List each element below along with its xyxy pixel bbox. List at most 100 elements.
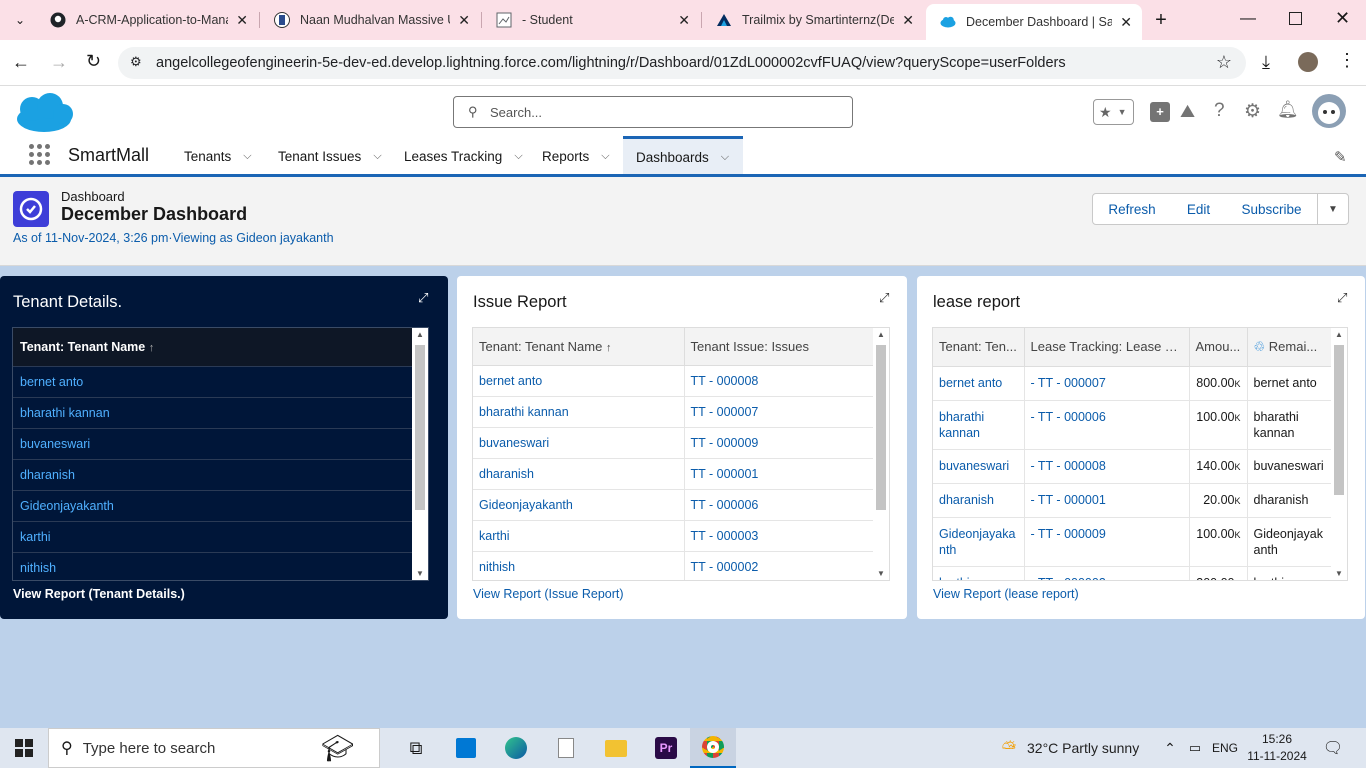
nav-tab-tenants[interactable]: Tenants ⌵ <box>184 136 252 176</box>
edge-browser-icon[interactable] <box>496 728 536 768</box>
language-indicator[interactable]: ENG <box>1212 728 1238 768</box>
chrome-icon[interactable] <box>690 728 736 768</box>
column-header-remaining[interactable]: ♲ Remai... <box>1247 328 1331 367</box>
tenant-name-link[interactable]: dharanish <box>473 458 685 490</box>
expand-icon[interactable]: ⤢ <box>879 290 889 306</box>
nav-tab-dashboards[interactable]: Dashboards ⌵ <box>623 136 743 176</box>
close-icon[interactable]: ✕ <box>458 12 470 29</box>
nav-tab-leases-tracking[interactable]: Leases Tracking ⌵ <box>404 136 523 176</box>
expand-icon[interactable]: ⤢ <box>1337 290 1347 306</box>
tenant-name-link[interactable]: karthi <box>473 520 685 552</box>
scrollbar[interactable]: ▲ ▼ <box>1331 328 1347 580</box>
subscribe-button[interactable]: Subscribe <box>1226 193 1318 225</box>
issue-id-link[interactable]: TT - 000001 <box>684 459 873 490</box>
show-hidden-icons-chevron-icon[interactable]: ⌃ <box>1160 728 1180 768</box>
scroll-down-icon[interactable]: ▼ <box>877 569 885 578</box>
tenant-name-link[interactable]: bernet anto <box>933 366 1025 401</box>
refresh-button[interactable]: Refresh <box>1092 193 1172 225</box>
scrollbar-thumb[interactable] <box>1334 345 1344 495</box>
close-icon[interactable]: ✕ <box>902 12 914 29</box>
tab-search-chevron-icon[interactable]: ⌄ <box>10 10 30 30</box>
issue-id-link[interactable]: TT - 000007 <box>684 397 873 428</box>
nav-tab-tenant-issues[interactable]: Tenant Issues ⌵ <box>278 136 382 176</box>
issue-id-link[interactable]: TT - 000006 <box>684 490 873 521</box>
tenant-name-link[interactable]: bharathi kannan <box>933 400 1025 450</box>
nav-tab-reports[interactable]: Reports ⌵ <box>542 136 610 176</box>
profile-avatar-icon[interactable] <box>1298 52 1318 72</box>
global-actions-plus-icon[interactable]: + <box>1150 102 1170 122</box>
browser-tab-student[interactable]: - Student ✕ <box>482 0 700 40</box>
bookmark-star-icon[interactable]: ☆ <box>1216 52 1232 73</box>
scrollbar-thumb[interactable] <box>415 345 425 510</box>
tenant-name-link[interactable]: Gideonjayaka nth <box>933 517 1025 567</box>
expand-icon[interactable]: ⤢ <box>418 290 428 306</box>
weather-partly-sunny-icon[interactable]: ⛅︎ <box>995 728 1023 768</box>
browser-tab-december-dashboard[interactable]: December Dashboard | Sales ✕ <box>926 4 1142 40</box>
edit-nav-pencil-icon[interactable]: ✎ <box>1334 148 1347 166</box>
file-document-icon[interactable] <box>546 728 586 768</box>
tenant-name-link[interactable]: dharanish <box>13 460 413 491</box>
lease-id-link[interactable]: - TT - 000001 <box>1024 483 1190 518</box>
minimize-icon[interactable]: — <box>1240 10 1256 28</box>
windows-start-icon[interactable] <box>0 728 48 768</box>
task-view-icon[interactable]: ⧉ <box>396 728 436 768</box>
scroll-up-icon[interactable]: ▲ <box>877 330 885 339</box>
chevron-down-icon[interactable]: ⌵ <box>601 150 609 163</box>
column-header-tenant[interactable]: Tenant: Ten... <box>933 328 1025 367</box>
tenant-name-link[interactable]: dharanish <box>933 483 1025 518</box>
more-actions-dropdown[interactable]: ▼ <box>1317 193 1349 225</box>
column-header-amount[interactable]: Amou... <box>1189 328 1248 367</box>
issue-id-link[interactable]: TT - 000009 <box>684 428 873 459</box>
tenant-name-link[interactable]: buvaneswari <box>933 449 1025 484</box>
clock-date[interactable]: 11-11-2024 <box>1246 749 1308 763</box>
site-info-icon[interactable]: ⚙ <box>130 54 142 70</box>
network-icon[interactable]: ▭ <box>1186 728 1204 768</box>
edit-button[interactable]: Edit <box>1171 193 1227 225</box>
issue-id-link[interactable]: TT - 000002 <box>684 552 873 581</box>
column-header-tenant-name[interactable]: Tenant: Tenant Name ↑ <box>473 328 685 366</box>
tenant-name-link[interactable]: bharathi kannan <box>13 398 413 429</box>
issue-id-link[interactable]: TT - 000008 <box>684 366 873 397</box>
scroll-down-icon[interactable]: ▼ <box>416 569 424 578</box>
issue-id-link[interactable]: TT - 000003 <box>684 521 873 552</box>
chevron-down-icon[interactable]: ⌵ <box>243 150 251 163</box>
close-icon[interactable]: ✕ <box>1120 14 1132 31</box>
lease-id-link[interactable]: - TT - 000008 <box>1024 449 1190 484</box>
microsoft-store-icon[interactable] <box>446 728 486 768</box>
lease-id-link[interactable]: - TT - 000009 <box>1024 517 1190 567</box>
lease-id-link[interactable]: - TT - 000007 <box>1024 366 1190 401</box>
weather-text[interactable]: 32°C Partly sunny <box>1027 728 1139 768</box>
help-icon[interactable]: ? <box>1214 100 1225 122</box>
column-header-issues[interactable]: Tenant Issue: Issues <box>684 328 873 366</box>
user-avatar[interactable] <box>1312 94 1346 128</box>
tenant-name-link[interactable]: buvaneswari <box>473 427 685 459</box>
browser-tab-naan-mudhalvan[interactable]: Naan Mudhalvan Massive Up ✕ <box>260 0 480 40</box>
tenant-name-link[interactable]: bernet anto <box>13 367 413 398</box>
premiere-pro-icon[interactable]: Pr <box>646 728 686 768</box>
back-arrow-icon[interactable]: ← <box>12 52 30 73</box>
tenant-name-link[interactable]: Gideonjayakanth <box>473 489 685 521</box>
salesforce-logo-icon[interactable] <box>14 92 74 137</box>
tenant-name-link[interactable]: karthi <box>13 522 413 553</box>
global-search-input[interactable]: ⚲ Search... <box>453 96 853 128</box>
chevron-down-icon[interactable]: ⌵ <box>514 150 522 163</box>
tenant-name-link[interactable]: nithish <box>473 551 685 580</box>
chevron-down-icon[interactable]: ⌵ <box>721 151 729 164</box>
trailhead-guidance-icon[interactable]: ⛰ <box>1180 101 1195 122</box>
tenant-name-link[interactable]: buvaneswari <box>13 429 413 460</box>
notifications-bell-icon[interactable]: 🔔︎ <box>1277 100 1299 120</box>
close-icon[interactable]: ✕ <box>678 12 690 29</box>
tenant-name-link[interactable]: bharathi kannan <box>473 396 685 428</box>
scrollbar[interactable]: ▲ ▼ <box>412 328 428 580</box>
scrollbar-thumb[interactable] <box>876 345 886 510</box>
app-launcher-icon[interactable] <box>29 144 50 165</box>
view-report-link[interactable]: View Report (Tenant Details.) <box>13 587 185 601</box>
download-icon[interactable]: ⤓ <box>1262 52 1270 73</box>
column-header-tenant-name[interactable]: Tenant: Tenant Name ↑ <box>13 328 413 367</box>
notification-center-icon[interactable]: 🗨︎ <box>1322 728 1344 768</box>
browser-tab-trailmix[interactable]: Trailmix by Smartinternz(Dev ✕ <box>702 0 924 40</box>
address-bar[interactable]: ⚙ angelcollegeofengineerin-5e-dev-ed.dev… <box>118 47 1246 79</box>
setup-gear-icon[interactable]: ⚙ <box>1244 100 1261 123</box>
view-report-link[interactable]: View Report (Issue Report) <box>473 587 624 601</box>
chevron-down-icon[interactable]: ⌵ <box>373 150 381 163</box>
